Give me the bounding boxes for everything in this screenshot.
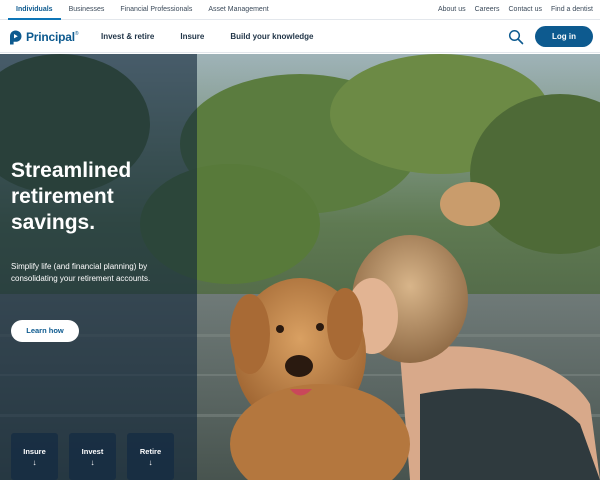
main-nav: Principal ® Invest & retire Insure Build…	[0, 20, 600, 53]
quick-link-retire[interactable]: Retire ↓	[127, 433, 174, 480]
quick-link-label: Retire	[139, 447, 162, 456]
tab-individuals[interactable]: Individuals	[8, 0, 61, 20]
tab-businesses[interactable]: Businesses	[61, 0, 113, 20]
nav-invest-retire[interactable]: Invest & retire	[101, 20, 154, 53]
quick-link-insure[interactable]: Insure ↓	[11, 433, 58, 480]
primary-nav: Invest & retire Insure Build your knowle…	[101, 20, 340, 53]
careers-link[interactable]: Careers	[475, 0, 500, 20]
login-button[interactable]: Log in	[535, 26, 593, 47]
search-icon[interactable]	[508, 29, 524, 45]
find-a-dentist-link[interactable]: Find a dentist	[551, 0, 593, 20]
arrow-down-icon: ↓	[148, 458, 153, 467]
hero-section: Streamlined retirement savings. Simplify…	[0, 54, 600, 480]
quick-links: Insure ↓ Invest ↓ Retire ↓	[11, 433, 174, 480]
quick-link-invest[interactable]: Invest ↓	[69, 433, 116, 480]
tab-financial-professionals[interactable]: Financial Professionals	[112, 0, 200, 20]
learn-how-button[interactable]: Learn how	[11, 320, 79, 342]
arrow-down-icon: ↓	[90, 458, 95, 467]
tab-asset-management[interactable]: Asset Management	[200, 0, 276, 20]
hero-description: Simplify life (and financial planning) b…	[11, 262, 151, 283]
contact-us-link[interactable]: Contact us	[509, 0, 542, 20]
quick-link-label: Insure	[23, 447, 46, 456]
hero-title: Streamlined retirement savings.	[11, 159, 132, 234]
quick-link-label: Invest	[81, 447, 104, 456]
nav-insure[interactable]: Insure	[180, 20, 204, 53]
about-us-link[interactable]: About us	[438, 0, 466, 20]
registered-mark: ®	[74, 31, 79, 37]
nav-build-your-knowledge[interactable]: Build your knowledge	[230, 20, 313, 53]
utility-bar: Individuals Businesses Financial Profess…	[0, 0, 600, 20]
audience-tabs: Individuals Businesses Financial Profess…	[8, 0, 277, 20]
principal-logo-icon	[10, 30, 22, 44]
arrow-down-icon: ↓	[32, 458, 37, 467]
principal-logo[interactable]: Principal ®	[9, 28, 79, 46]
utility-links: About us Careers Contact us Find a denti…	[438, 0, 593, 20]
logo-wordmark: Principal	[26, 30, 75, 44]
